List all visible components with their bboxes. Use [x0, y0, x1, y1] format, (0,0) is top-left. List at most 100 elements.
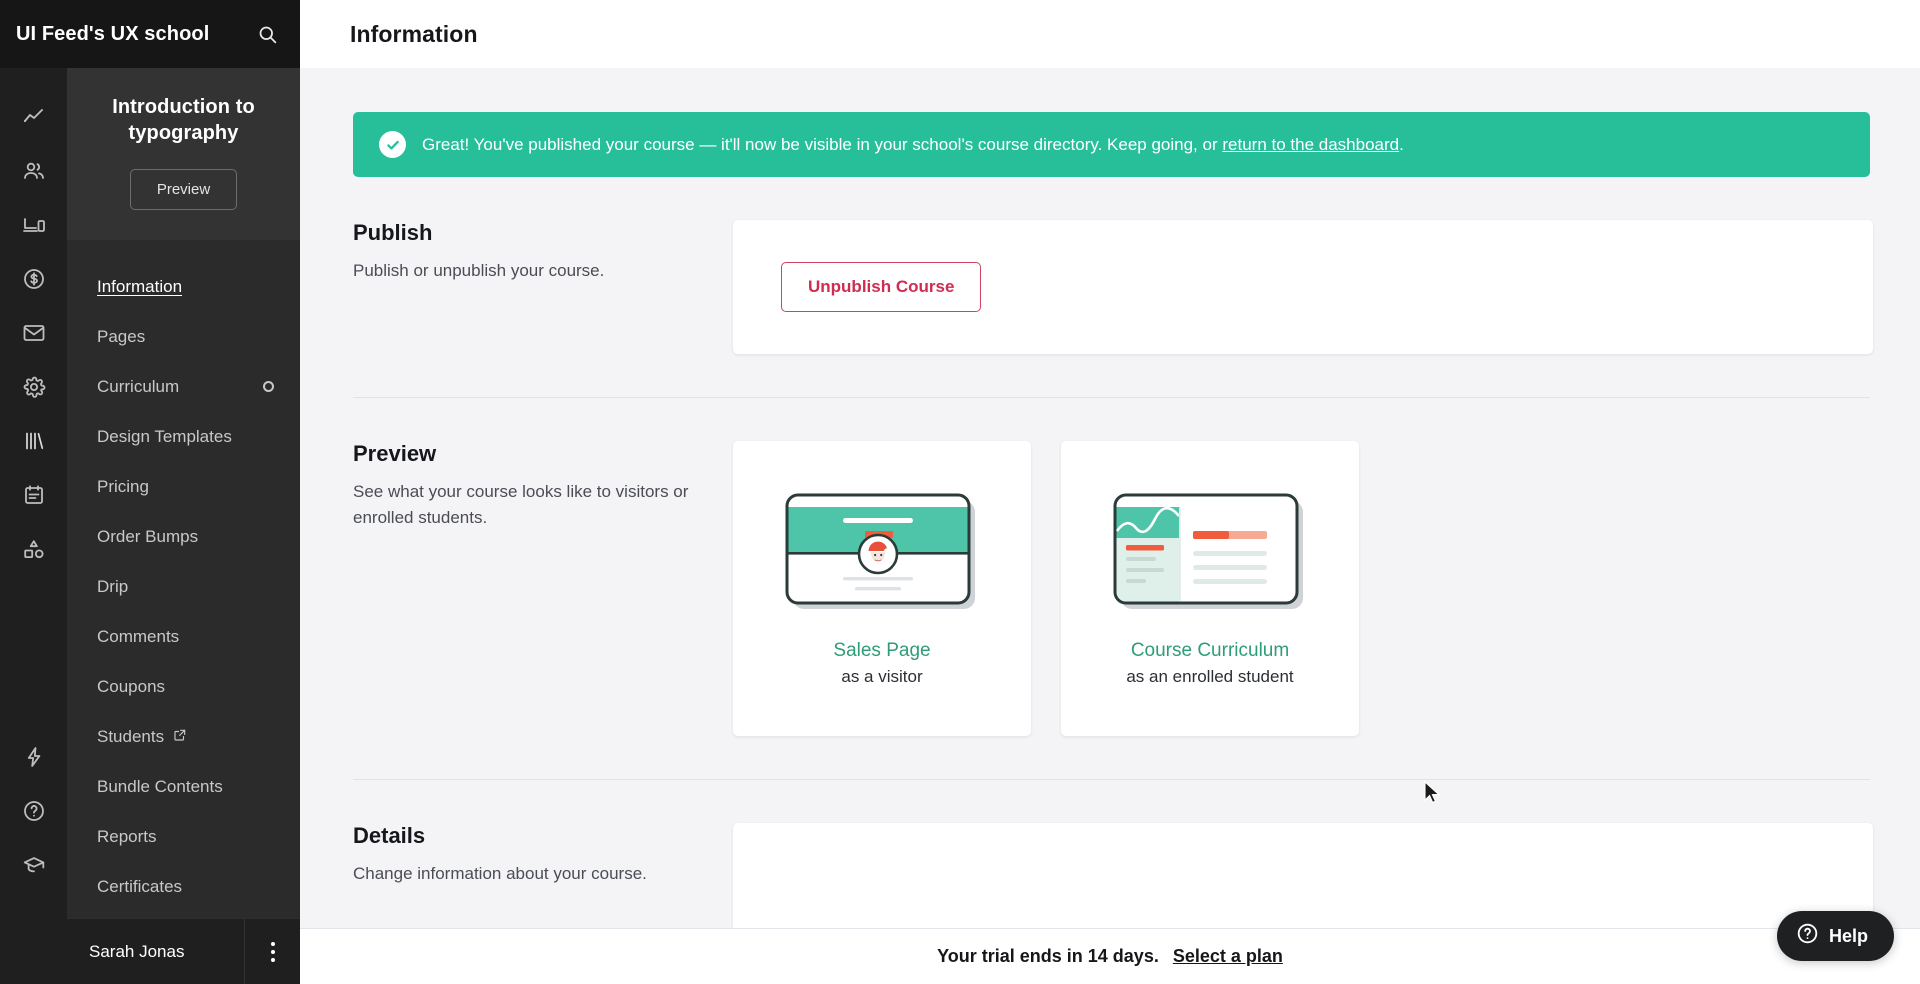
- kebab-dot: [270, 957, 275, 962]
- banner-text-after: .: [1399, 134, 1404, 154]
- rail-item-email[interactable]: [0, 306, 67, 360]
- check-circle-icon: [379, 131, 406, 158]
- sidebar-item-label: Pages: [97, 327, 145, 347]
- sidebar-item-text: Students: [97, 726, 165, 746]
- sidebar-item-coupons[interactable]: Coupons: [67, 662, 300, 712]
- preview-button[interactable]: Preview: [129, 168, 238, 210]
- shapes-icon: [22, 537, 46, 561]
- rail-user-spacer: [0, 918, 67, 984]
- search-icon[interactable]: [257, 24, 278, 45]
- sidebar-item-text: Pricing: [97, 476, 149, 496]
- sidebar-item-reports[interactable]: Reports: [67, 812, 300, 862]
- sidebar-item-label: Design Templates: [97, 427, 232, 447]
- sidebar-item-drip[interactable]: Drip: [67, 562, 300, 612]
- course-curriculum-thumb: [1113, 491, 1307, 618]
- books-icon: [22, 429, 46, 453]
- sidebar-item-text: Design Templates: [97, 426, 232, 446]
- brand-bar: UI Feed's UX school: [0, 0, 300, 68]
- graduation-cap-icon: [22, 853, 46, 877]
- sales-page-link[interactable]: Sales Page: [833, 640, 930, 662]
- sidebar-item-label: Coupons: [97, 677, 165, 697]
- rail-item-design[interactable]: [0, 522, 67, 576]
- sales-page-thumb: [785, 491, 979, 618]
- page-content: Great! You've published your course — it…: [300, 68, 1920, 984]
- trial-bar: Your trial ends in 14 days. Select a pla…: [300, 928, 1920, 984]
- sidebar-item-information[interactable]: Information: [67, 262, 300, 312]
- user-footer[interactable]: Sarah Jonas: [67, 918, 300, 984]
- sidebar-item-text: Certificates: [97, 876, 183, 896]
- sidebar-item-certificates[interactable]: Certificates: [67, 862, 300, 912]
- publish-section: Publish Publish or unpublish your course…: [353, 177, 1873, 354]
- rail-item-academy[interactable]: [0, 838, 67, 892]
- sidebar-item-label: Bundle Contents: [97, 777, 223, 797]
- preview-title: Preview: [353, 441, 437, 466]
- help-circle-icon: [1796, 922, 1819, 950]
- rail-item-sales[interactable]: [0, 252, 67, 306]
- calendar-note-icon: [22, 483, 46, 507]
- sidebar-item-text: Pages: [97, 326, 146, 346]
- kebab-dot: [270, 941, 275, 946]
- gear-icon: [22, 375, 46, 399]
- sidebar-item-text: Information: [97, 276, 183, 296]
- sidebar-item-label: Reports: [97, 827, 157, 847]
- preview-card-sales-page[interactable]: Sales Page as a visitor: [733, 441, 1031, 736]
- sidebar-item-label: Pricing: [97, 477, 149, 497]
- help-widget[interactable]: Help: [1776, 911, 1894, 961]
- rail-item-people[interactable]: [0, 144, 67, 198]
- help-circle-icon: [22, 799, 46, 823]
- sidebar-item-comments[interactable]: Comments: [67, 612, 300, 662]
- rail-item-products[interactable]: [0, 414, 67, 468]
- sidebar-item-label: Order Bumps: [97, 527, 198, 547]
- trial-message: Your trial ends in 14 days.: [937, 946, 1159, 966]
- publish-title: Publish: [353, 220, 433, 245]
- devices-icon: [22, 213, 46, 237]
- rail-item-planner[interactable]: [0, 468, 67, 522]
- publish-success-banner: Great! You've published your course — it…: [353, 112, 1870, 177]
- rail-item-upgrades[interactable]: [0, 730, 67, 784]
- sales-page-sub: as a visitor: [841, 666, 923, 686]
- sidebar-item-order-bumps[interactable]: Order Bumps: [67, 512, 300, 562]
- sidebar-item-students[interactable]: Students: [67, 712, 300, 762]
- course-curriculum-link[interactable]: Course Curriculum: [1131, 640, 1289, 662]
- publish-section-body: Unpublish Course: [733, 220, 1873, 354]
- rail-item-help[interactable]: [0, 784, 67, 838]
- rail-item-devices[interactable]: [0, 198, 67, 252]
- publish-card: Unpublish Course: [733, 220, 1873, 354]
- help-label: Help: [1828, 925, 1868, 946]
- course-sidebar: UI Feed's UX school Introduction to typo…: [0, 0, 300, 984]
- course-nav: Information Pages Curriculum Design Templat…: [67, 240, 300, 918]
- sidebar-item-text: Coupons: [97, 676, 166, 696]
- sidebar-item-text: Curriculum: [97, 376, 180, 396]
- course-title: Introduction to typography: [112, 96, 255, 145]
- app-root: UI Feed's UX school Introduction to typo…: [0, 0, 1920, 984]
- unpublish-course-button[interactable]: Unpublish Course: [781, 262, 982, 312]
- sidebar-item-bundle-contents[interactable]: Bundle Contents: [67, 762, 300, 812]
- preview-cards: Sales Page as a visitor Course Curriculu…: [733, 441, 1873, 736]
- select-a-plan-link[interactable]: Select a plan: [1173, 946, 1283, 967]
- icon-rail: [0, 0, 67, 984]
- sidebar-item-label: Curriculum: [97, 377, 179, 397]
- rail-item-settings[interactable]: [0, 360, 67, 414]
- more-vertical-icon[interactable]: [244, 918, 300, 984]
- sidebar-item-curriculum[interactable]: Curriculum: [67, 362, 300, 412]
- preview-card-course-curriculum[interactable]: Course Curriculum as an enrolled student: [1061, 441, 1359, 736]
- course-curriculum-sub: as an enrolled student: [1126, 666, 1294, 686]
- lightning-icon: [22, 745, 46, 769]
- rail-item-analytics[interactable]: [0, 90, 67, 144]
- preview-section: Preview See what your course looks like …: [353, 398, 1873, 736]
- banner-text: Great! You've published your course — it…: [422, 135, 1404, 155]
- kebab-dot: [270, 949, 275, 954]
- return-to-dashboard-link[interactable]: return to the dashboard: [1222, 135, 1399, 154]
- details-title: Details: [353, 823, 426, 848]
- course-header: Introduction to typography Preview: [67, 68, 300, 240]
- preview-section-text: Preview See what your course looks like …: [353, 441, 733, 736]
- sidebar-item-pricing[interactable]: Pricing: [67, 462, 300, 512]
- external-link-icon: [173, 727, 187, 747]
- sidebar-item-label: Comments: [97, 627, 179, 647]
- sidebar-item-text: Order Bumps: [97, 526, 199, 546]
- sidebar-item-design-templates[interactable]: Design Templates: [67, 412, 300, 462]
- sidebar-item-text: Bundle Contents: [97, 776, 223, 796]
- people-icon: [22, 159, 46, 183]
- curriculum-status-ring-icon: [263, 381, 274, 393]
- sidebar-item-pages[interactable]: Pages: [67, 312, 300, 362]
